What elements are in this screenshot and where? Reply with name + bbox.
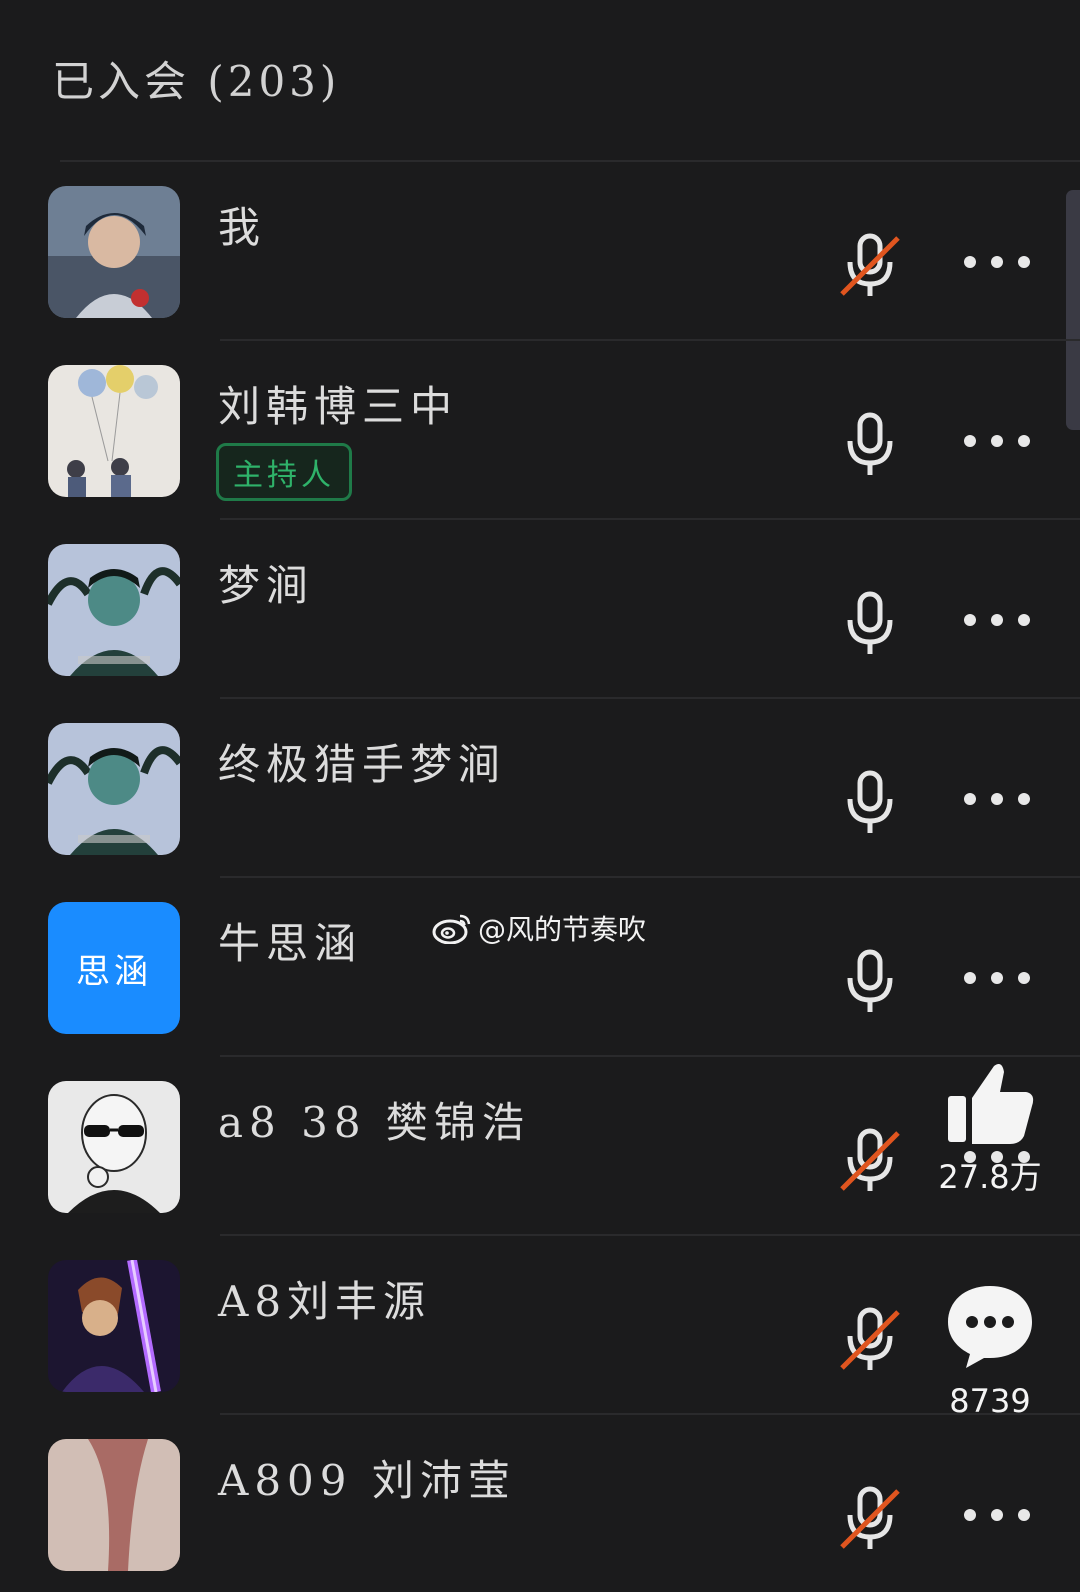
participant-name: 牛思涵 [218, 919, 363, 968]
mic-icon[interactable] [838, 948, 902, 1018]
participant-row[interactable]: A809 刘沛莹 [0, 1413, 1080, 1592]
avatar[interactable] [48, 365, 180, 497]
more-options-icon[interactable] [964, 968, 1030, 988]
comment-button[interactable]: 8739 [932, 1282, 1048, 1420]
row-divider [60, 160, 1080, 162]
participants-header: 已入会 (203) [52, 57, 341, 106]
participant-name: 我 [218, 203, 267, 252]
row-divider [220, 518, 1080, 520]
participant-row[interactable]: a8 38 樊锦浩 [0, 1055, 1080, 1234]
avatar[interactable] [48, 1081, 180, 1213]
participant-name: 刘韩博三中 [218, 382, 459, 431]
participant-row[interactable]: 终极猎手梦涧 [0, 697, 1080, 876]
row-divider [220, 1234, 1080, 1236]
avatar[interactable] [48, 186, 180, 318]
avatar[interactable] [48, 723, 180, 855]
participant-name: a8 38 樊锦浩 [218, 1098, 530, 1147]
more-options-icon[interactable] [964, 431, 1030, 451]
avatar[interactable] [48, 1260, 180, 1392]
participant-list: 我 刘韩博三中 主持人 梦涧 终极猎手梦涧 思涵 牛思涵 a8 38 樊锦浩 A… [0, 160, 1080, 1592]
like-count: 27.8万 [938, 1158, 1042, 1196]
participant-name: 梦涧 [218, 561, 315, 610]
row-divider [220, 1055, 1080, 1057]
more-options-icon[interactable] [964, 789, 1030, 809]
row-divider [220, 339, 1080, 341]
avatar[interactable]: 思涵 [48, 902, 180, 1034]
weibo-watermark: @风的节奏吹 [432, 908, 646, 948]
host-badge: 主持人 [216, 443, 352, 501]
participant-name: A809 刘沛莹 [218, 1456, 516, 1505]
thumbs-up-icon [948, 1064, 1034, 1144]
comment-count: 8739 [949, 1382, 1031, 1420]
more-options-icon[interactable] [964, 252, 1030, 272]
watermark-text: @风的节奏吹 [478, 913, 647, 946]
avatar[interactable] [48, 1439, 180, 1571]
participant-row[interactable]: 梦涧 [0, 518, 1080, 697]
row-divider [220, 876, 1080, 878]
weibo-icon [432, 914, 471, 944]
row-divider [220, 697, 1080, 699]
like-button[interactable]: 27.8万 [932, 1058, 1048, 1198]
mic-icon[interactable] [838, 411, 902, 481]
avatar[interactable] [48, 544, 180, 676]
participant-name: A8刘丰源 [218, 1277, 432, 1326]
avatar-text: 思涵 [76, 951, 152, 992]
participant-row[interactable]: 刘韩博三中 主持人 [0, 339, 1080, 518]
mic-icon[interactable] [838, 590, 902, 660]
mic-muted-icon[interactable] [838, 1485, 902, 1555]
participant-row[interactable]: 思涵 牛思涵 [0, 876, 1080, 1055]
participant-row[interactable]: A8刘丰源 [0, 1234, 1080, 1413]
more-options-icon[interactable] [964, 1505, 1030, 1525]
mic-muted-icon[interactable] [838, 1306, 902, 1376]
mic-icon[interactable] [838, 769, 902, 839]
participant-name: 终极猎手梦涧 [218, 740, 507, 789]
comment-bubble-icon [948, 1286, 1032, 1368]
mic-muted-icon[interactable] [838, 1127, 902, 1197]
participant-row[interactable]: 我 [0, 160, 1080, 339]
mic-muted-icon[interactable] [838, 232, 902, 302]
more-options-icon[interactable] [964, 610, 1030, 630]
